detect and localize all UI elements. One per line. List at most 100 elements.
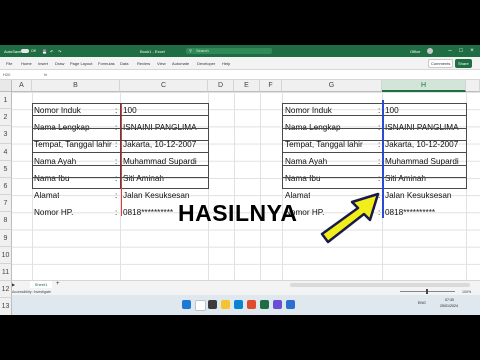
right-value-1[interactable]: 100 (385, 102, 466, 119)
sheet-next-icon[interactable]: ▶ (12, 282, 15, 287)
row-header-5[interactable]: 5 (0, 160, 12, 178)
name-box[interactable]: H20 (3, 72, 33, 77)
search-taskbar-icon[interactable] (195, 300, 206, 311)
tab-review[interactable]: Review (137, 61, 150, 66)
language-indicator[interactable]: ENG (418, 301, 426, 305)
right-label-1[interactable]: Nomor Induk (285, 102, 332, 119)
clock-date[interactable]: 25/01/2024 (440, 304, 458, 308)
left-label-1[interactable]: Nomor Induk (34, 102, 81, 119)
maximize-icon[interactable]: □ (457, 47, 465, 55)
right-table-row-border (282, 176, 467, 178)
right-table-row-border (282, 164, 467, 166)
row-header-10[interactable]: 10 (0, 246, 12, 264)
share-button[interactable]: Share (455, 59, 472, 68)
task-view-icon[interactable] (208, 300, 217, 309)
taskbar: ENG 07:30 25/01/2024 (0, 295, 480, 315)
tab-home[interactable]: Home (21, 61, 32, 66)
formula-input[interactable] (52, 71, 476, 78)
left-table-row-border (32, 127, 209, 129)
row-header-11[interactable]: 11 (0, 264, 12, 282)
accessibility-status[interactable]: Accessibility: Investigate (12, 290, 51, 294)
left-value-1[interactable]: 100 (123, 102, 207, 119)
left-value-4[interactable]: Muhammad Supardi (123, 153, 207, 170)
tab-developer[interactable]: Developer (197, 61, 215, 66)
left-value-5[interactable]: Siti Aminah (123, 170, 207, 187)
row-header-9[interactable]: 9 (0, 229, 12, 247)
minimize-icon[interactable]: – (446, 47, 454, 55)
tab-data[interactable]: Data (120, 61, 128, 66)
tab-page-layout[interactable]: Page Layout (70, 61, 92, 66)
right-value-7[interactable]: 0818********** (385, 204, 466, 221)
left-table-row-border (32, 152, 209, 154)
file-explorer-icon[interactable] (221, 300, 230, 309)
tab-view[interactable]: View (157, 61, 166, 66)
right-table-row-border (282, 152, 467, 154)
document-title: Book1 - Excel (140, 49, 165, 54)
row-header-7[interactable]: 7 (0, 195, 12, 213)
tab-insert[interactable]: Insert (38, 61, 48, 66)
left-label-4[interactable]: Nama Ayah (34, 153, 76, 170)
row-header-8[interactable]: 8 (0, 212, 12, 230)
right-value-6[interactable]: Jalan Kesuksesan (385, 187, 466, 204)
select-all-corner[interactable] (0, 80, 12, 92)
left-label-5[interactable]: Nama Ibu (34, 170, 70, 187)
right-table-row-border (282, 127, 467, 129)
row-header-12[interactable]: 12 (0, 281, 12, 299)
left-label-3[interactable]: Tempat, Tanggal lahir (34, 136, 112, 153)
row-header-1[interactable]: 1 (0, 92, 12, 110)
left-label-7[interactable]: Nomor HP. (34, 204, 73, 221)
row-header-6[interactable]: 6 (0, 178, 12, 196)
left-table-row-border (32, 115, 209, 117)
autosave-toggle[interactable] (21, 49, 29, 53)
horizontal-scrollbar[interactable] (290, 283, 470, 287)
tab-automate[interactable]: Automate (172, 61, 189, 66)
row-header-2[interactable]: 2 (0, 109, 12, 127)
save-icon[interactable]: 💾 (42, 49, 47, 54)
column-header-c[interactable]: C (120, 80, 208, 92)
left-label-6[interactable]: Alamat (34, 187, 59, 204)
right-label-4[interactable]: Nama Ayah (285, 153, 327, 170)
row-header-13[interactable]: 13 (0, 298, 12, 315)
zoom-level[interactable]: 100% (462, 290, 471, 294)
column-header-e[interactable]: E (234, 80, 260, 92)
clock-time[interactable]: 07:30 (445, 298, 454, 302)
fx-icon[interactable]: fx (44, 72, 47, 77)
column-header-a[interactable]: A (12, 80, 32, 92)
add-sheet-button[interactable]: + (56, 281, 60, 287)
right-value-5[interactable]: Siti Aminah (385, 170, 466, 187)
row-header-4[interactable]: 4 (0, 143, 12, 161)
title-bar: AutoSave Off 💾 ↶ ↷ Book1 - Excel ⚲ Searc… (0, 45, 480, 57)
zoom-slider-thumb[interactable] (426, 289, 428, 294)
tab-file[interactable]: File (6, 61, 12, 66)
autosave-state: Off (31, 49, 36, 53)
column-header-f[interactable]: F (260, 80, 282, 92)
undo-icon[interactable]: ↶ (50, 49, 53, 54)
column-header-h[interactable]: H (382, 80, 466, 92)
right-value-3[interactable]: Jakarta, 10-12-2007 (385, 136, 466, 153)
excel-taskbar-icon[interactable] (260, 300, 269, 309)
start-icon[interactable] (182, 300, 191, 309)
right-label-3[interactable]: Tempat, Tanggal lahir (285, 136, 363, 153)
office-icon[interactable] (247, 300, 256, 309)
redo-icon[interactable]: ↷ (58, 49, 61, 54)
red-marker-line (121, 104, 122, 216)
row-header-3[interactable]: 3 (0, 126, 12, 144)
column-header-g[interactable]: G (282, 80, 382, 92)
tab-help[interactable]: Help (222, 61, 230, 66)
tab-draw[interactable]: Draw (55, 61, 64, 66)
column-header-i[interactable] (466, 80, 480, 92)
comments-button[interactable]: Comments (428, 59, 454, 68)
account-name[interactable]: Office (410, 49, 420, 54)
right-value-4[interactable]: Muhammad Supardi (385, 153, 466, 170)
close-icon[interactable]: × (468, 47, 476, 55)
column-header-d[interactable]: D (208, 80, 234, 92)
tab-formulas[interactable]: Formulas (98, 61, 115, 66)
right-label-5[interactable]: Nama Ibu (285, 170, 321, 187)
word-taskbar-icon[interactable] (286, 300, 295, 309)
left-value-3[interactable]: Jakarta, 10-12-2007 (123, 136, 207, 153)
avatar[interactable] (427, 48, 433, 54)
column-header-b[interactable]: B (32, 80, 120, 92)
search-box[interactable]: ⚲ Search (186, 48, 272, 54)
teams-icon[interactable] (273, 300, 282, 309)
edge-icon[interactable] (234, 300, 243, 309)
